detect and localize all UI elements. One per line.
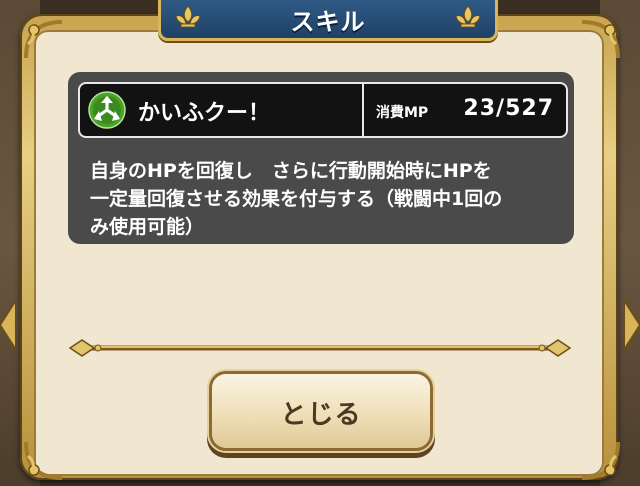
ornamental-divider xyxy=(68,339,572,357)
previous-arrow-icon[interactable] xyxy=(0,300,16,350)
skill-row-divider xyxy=(362,84,364,136)
skill-description-line: み使用可能） xyxy=(90,216,205,238)
dialog-title: スキル xyxy=(290,8,366,36)
title-bar: スキル xyxy=(158,0,498,41)
skill-info-box: かいふクー！ 消費MP 23/527 自身のHPを回復し さらに行動開始時にHP… xyxy=(68,72,574,244)
triangle-emblem-icon xyxy=(88,91,126,129)
skill-description-line: 自身のHPを回復し さらに行動開始時にHPを xyxy=(90,160,492,182)
next-arrow-icon[interactable] xyxy=(624,300,640,350)
skill-header-row: かいふクー！ 消費MP 23/527 xyxy=(78,82,568,138)
fleur-de-lis-icon xyxy=(455,5,481,28)
skill-description-line: 一定量回復させる効果を付与する（戦闘中1回の xyxy=(90,188,503,210)
close-button[interactable]: とじる xyxy=(212,374,430,448)
corner-ornament-icon xyxy=(581,441,620,480)
corner-ornament-icon xyxy=(24,20,63,59)
skill-name: かいふクー！ xyxy=(138,101,271,126)
mp-cost-value: 23/527 xyxy=(463,96,554,121)
corner-ornament-icon xyxy=(581,20,620,59)
corner-ornament-icon xyxy=(24,441,63,480)
mp-cost-label: 消費MP xyxy=(376,105,429,121)
close-button-label: とじる xyxy=(280,400,362,430)
